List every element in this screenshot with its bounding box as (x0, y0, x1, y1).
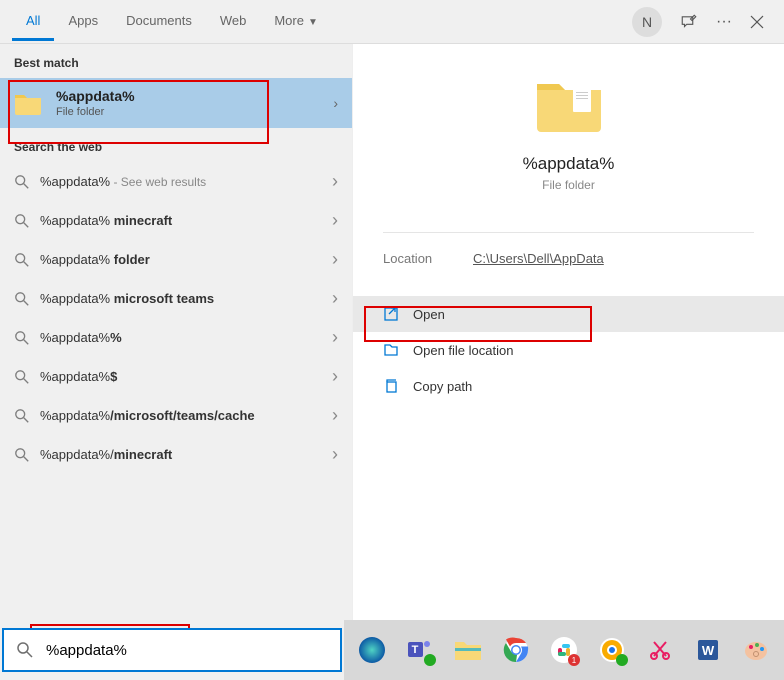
search-icon (14, 447, 30, 463)
web-result-item[interactable]: %appdata% minecraft › (0, 201, 352, 240)
chevron-down-icon: ▼ (308, 17, 318, 28)
tab-all[interactable]: All (12, 3, 54, 41)
web-result-item[interactable]: %appdata% microsoft teams › (0, 279, 352, 318)
folder-large-icon (533, 74, 605, 134)
folder-icon (14, 91, 42, 115)
preview-header: %appdata% File folder (353, 44, 784, 212)
web-result-text: %appdata%/microsoft/teams/cache (40, 408, 255, 423)
web-result-item[interactable]: %appdata% folder › (0, 240, 352, 279)
tab-apps[interactable]: Apps (54, 3, 112, 41)
chevron-right-icon[interactable]: › (332, 366, 338, 387)
feedback-icon[interactable] (680, 13, 698, 31)
slack-icon[interactable]: 1 (544, 630, 584, 670)
topbar-right: N ··· (632, 7, 772, 37)
chevron-right-icon[interactable]: › (332, 405, 338, 426)
tab-web[interactable]: Web (206, 3, 261, 41)
chevron-right-icon[interactable]: › (332, 210, 338, 231)
copy-icon (383, 378, 399, 394)
tab-documents[interactable]: Documents (112, 3, 206, 41)
svg-text:T: T (412, 644, 419, 656)
best-match-text: %appdata% File folder (56, 88, 135, 118)
action-label: Open file location (413, 343, 513, 358)
edge-icon[interactable] (352, 630, 392, 670)
web-result-item[interactable]: %appdata%/microsoft/teams/cache › (0, 396, 352, 435)
search-icon (14, 252, 30, 268)
action-open[interactable]: Open (353, 296, 784, 332)
search-icon (14, 330, 30, 346)
best-match-label: Best match (0, 44, 352, 78)
web-result-item[interactable]: %appdata%$ › (0, 357, 352, 396)
word-icon[interactable]: W (688, 630, 728, 670)
more-icon[interactable]: ··· (716, 13, 732, 31)
search-icon (14, 213, 30, 229)
chrome-icon[interactable] (496, 630, 536, 670)
explorer-icon[interactable] (448, 630, 488, 670)
paint-icon[interactable] (736, 630, 776, 670)
search-icon (14, 174, 30, 190)
best-match-subtitle: File folder (56, 106, 135, 118)
tab-more[interactable]: More ▼ (260, 3, 332, 41)
user-avatar[interactable]: N (632, 7, 662, 37)
web-result-item[interactable]: %appdata%% › (0, 318, 352, 357)
chevron-right-icon[interactable]: › (332, 327, 338, 348)
web-result-text: %appdata%$ (40, 369, 117, 384)
main-panel: Best match %appdata% File folder › Searc… (0, 44, 784, 620)
web-results-list: %appdata% - See web results › %appdata% … (0, 162, 352, 474)
action-label: Copy path (413, 379, 472, 394)
location-label: Location (383, 251, 473, 266)
actions-list: Open Open file location Copy path (353, 296, 784, 404)
chevron-right-icon[interactable]: › (332, 249, 338, 270)
filter-tabs: All Apps Documents Web More ▼ (12, 3, 332, 41)
web-result-item[interactable]: %appdata% - See web results › (0, 162, 352, 201)
action-copy-path[interactable]: Copy path (353, 368, 784, 404)
teams-icon[interactable]: T (400, 630, 440, 670)
web-result-text: %appdata% microsoft teams (40, 291, 214, 306)
results-panel: Best match %appdata% File folder › Searc… (0, 44, 352, 620)
action-label: Open (413, 307, 445, 322)
chevron-right-icon[interactable]: › (332, 288, 338, 309)
preview-title: %appdata% (523, 154, 615, 174)
close-icon[interactable] (750, 15, 764, 29)
web-result-text: %appdata% - See web results (40, 174, 206, 189)
chevron-right-icon[interactable]: › (332, 444, 338, 465)
chrome-canary-icon[interactable] (592, 630, 632, 670)
bottom-bar: T 1 W (0, 620, 784, 680)
web-result-text: %appdata% minecraft (40, 213, 172, 228)
tab-more-label: More (274, 13, 304, 28)
search-web-label: Search the web (0, 128, 352, 162)
preview-subtitle: File folder (542, 178, 595, 192)
search-input[interactable] (46, 642, 328, 659)
web-result-item[interactable]: %appdata%/minecraft › (0, 435, 352, 474)
web-result-text: %appdata% folder (40, 252, 150, 267)
action-open-file-location[interactable]: Open file location (353, 332, 784, 368)
top-bar: All Apps Documents Web More ▼ N ··· (0, 0, 784, 44)
location-icon (383, 342, 399, 358)
location-row: Location C:\Users\Dell\AppData (353, 251, 784, 276)
search-box[interactable] (2, 628, 342, 672)
best-match-title: %appdata% (56, 88, 135, 104)
svg-text:W: W (702, 643, 715, 658)
chevron-right-icon[interactable]: › (333, 95, 338, 111)
preview-panel: %appdata% File folder Location C:\Users\… (352, 44, 784, 620)
web-result-text: %appdata%/minecraft (40, 447, 172, 462)
snip-icon[interactable] (640, 630, 680, 670)
search-icon (14, 369, 30, 385)
search-icon (14, 408, 30, 424)
search-icon (16, 641, 34, 659)
divider (383, 232, 754, 233)
web-result-text: %appdata%% (40, 330, 122, 345)
open-icon (383, 306, 399, 322)
best-match-item[interactable]: %appdata% File folder › (0, 78, 352, 128)
taskbar: T 1 W (344, 620, 784, 680)
chevron-right-icon[interactable]: › (332, 171, 338, 192)
location-link[interactable]: C:\Users\Dell\AppData (473, 251, 604, 266)
search-icon (14, 291, 30, 307)
